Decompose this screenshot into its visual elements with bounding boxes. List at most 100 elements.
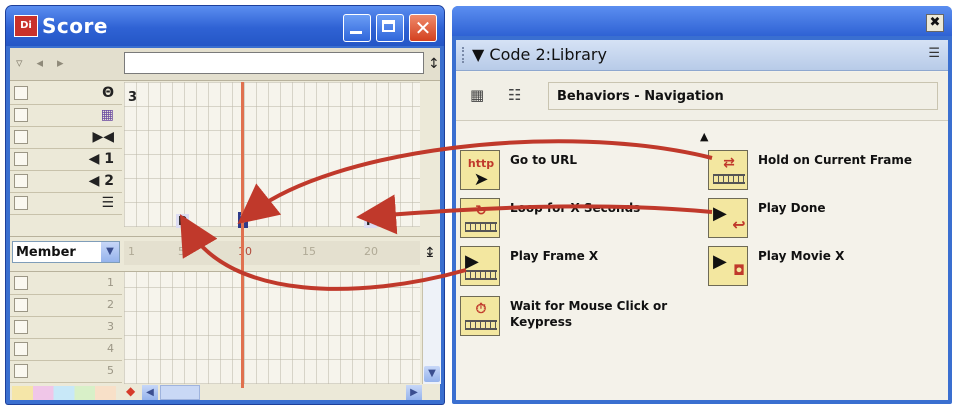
ruler-tick: 20 xyxy=(364,245,378,258)
http-icon: http ➤ xyxy=(460,150,500,190)
maximize-icon xyxy=(382,20,395,32)
play-frame-icon: ▶ xyxy=(460,246,500,286)
channel-number: 2 xyxy=(107,298,114,311)
library-window: ✖ ▼ Code 2:Library ☰ ▦ ☷ Behaviors - Nav… xyxy=(452,6,952,404)
palette-icon: ▦ xyxy=(100,107,114,123)
behavior-list: ▲ http ➤ Go to URL ↻ Loop for X Seconds ▶… xyxy=(456,122,948,400)
behavior-label: Loop for X Seconds xyxy=(510,201,641,215)
member-display-select[interactable]: Member ▼ xyxy=(12,241,120,263)
sprite-channel[interactable]: 5 xyxy=(10,360,122,383)
channel-palette[interactable]: ▦ xyxy=(10,104,122,127)
behavior-label: Play Done xyxy=(758,201,826,215)
sprite-channel[interactable]: 4 xyxy=(10,338,122,361)
channel-number: 3 xyxy=(107,320,114,333)
library-category-select[interactable]: Behaviors - Navigation xyxy=(548,82,938,110)
scroll-down-icon[interactable]: ▼ xyxy=(424,366,440,382)
channel-toggle[interactable] xyxy=(14,342,28,356)
close-icon: ✕ xyxy=(414,16,432,40)
behavior-item[interactable]: ⏱ Wait for Mouse Click or Keypress xyxy=(460,296,700,342)
scroll-right-icon[interactable]: ▶ xyxy=(406,385,422,400)
channel-toggle[interactable] xyxy=(14,174,28,188)
scroll-left-icon[interactable]: ◀ xyxy=(142,385,158,400)
channel-transition[interactable]: ▶◀ xyxy=(10,126,122,149)
channel-toggle[interactable] xyxy=(14,298,28,312)
channel-number: 1 xyxy=(107,276,114,289)
hold-icon: ⇄ xyxy=(708,150,748,190)
library-client: ▼ Code 2:Library ☰ ▦ ☷ Behaviors - Navig… xyxy=(456,40,948,400)
channel-toggle[interactable] xyxy=(14,276,28,290)
view-options-icon[interactable]: ☷ xyxy=(508,86,521,104)
behavior-item[interactable]: ▶ ↩ Play Done xyxy=(708,198,948,244)
library-toolbar: ▦ ☷ Behaviors - Navigation xyxy=(456,72,948,121)
sprite-channels: 1 2 3 4 5 xyxy=(10,272,122,384)
channel-toggle[interactable] xyxy=(14,196,28,210)
close-icon[interactable]: ✖ xyxy=(926,14,944,32)
sprite-channel[interactable]: 1 xyxy=(10,272,122,295)
behavior-item[interactable]: ↻ Loop for X Seconds xyxy=(460,198,700,244)
behavior-label: Hold on Current Frame xyxy=(758,153,913,167)
library-list-icon[interactable]: ▦ xyxy=(470,86,484,104)
ruler-tick: 15 xyxy=(302,245,316,258)
behavior-label: Play Movie X xyxy=(758,249,845,263)
sprite-grid[interactable] xyxy=(124,272,420,384)
horizontal-scroll-thumb[interactable] xyxy=(160,385,200,400)
resize-handle-icon[interactable]: ↕ xyxy=(428,56,440,72)
score-bottom-bar: ◆ ◀ ▶ xyxy=(10,384,440,400)
channel-toggle[interactable] xyxy=(14,130,28,144)
score-client: ▿◂▸ ↕ Θ ▦ ▶◀ ◀ 1 ◀ 2 ☰ 3 P 3 P Member ▼ … xyxy=(10,48,441,400)
play-movie-icon: ▶ ◘ xyxy=(708,246,748,286)
frame-ruler[interactable]: 1 5 10 15 20 xyxy=(124,241,420,265)
grip-icon[interactable] xyxy=(462,47,468,63)
behavior-item[interactable]: ⇄ Hold on Current Frame xyxy=(708,150,948,196)
tempo-cell-value: 3 xyxy=(128,90,138,105)
maximize-button[interactable] xyxy=(376,14,404,42)
channel-sound-2[interactable]: ◀ 2 xyxy=(10,170,122,193)
panel-menu-icon[interactable]: ☰ xyxy=(928,46,940,61)
member-row: Member ▼ 1 5 10 15 20 ↨ xyxy=(10,236,440,272)
sprite-channel[interactable]: 2 xyxy=(10,294,122,317)
tempo-icon: Θ xyxy=(102,85,114,101)
channel-script[interactable]: ☰ xyxy=(10,192,122,215)
channel-sound-1[interactable]: ◀ 1 xyxy=(10,148,122,171)
channel-toggle[interactable] xyxy=(14,86,28,100)
script-icon: ☰ xyxy=(101,195,114,211)
vertical-scrollbar[interactable]: ▼ xyxy=(422,272,441,384)
channel-number: 5 xyxy=(107,364,114,377)
sound1-icon: ◀ 1 xyxy=(88,151,114,167)
behavior-item[interactable]: http ➤ Go to URL xyxy=(460,150,700,196)
marker-nav-icons[interactable]: ▿◂▸ xyxy=(16,56,78,71)
ruler-tick: 5 xyxy=(178,245,185,258)
channel-toggle[interactable] xyxy=(14,152,28,166)
close-button[interactable]: ✕ xyxy=(409,14,437,42)
chevron-down-icon[interactable]: ▼ xyxy=(101,242,119,262)
score-title: Score xyxy=(42,14,108,38)
channel-toggle[interactable] xyxy=(14,364,28,378)
sprite-channel[interactable]: 3 xyxy=(10,316,122,339)
library-title: ▼ Code 2:Library xyxy=(472,45,607,64)
minimize-icon xyxy=(350,31,362,34)
loop-icon: ↻ xyxy=(460,198,500,238)
channel-toggle[interactable] xyxy=(14,320,28,334)
playhead[interactable] xyxy=(241,82,244,388)
script-marker[interactable]: P xyxy=(176,214,189,228)
behavior-label: Wait for Mouse Click or Keypress xyxy=(510,299,668,329)
library-title-text: Code 2:Library xyxy=(489,45,607,64)
library-header[interactable]: ▼ Code 2:Library ☰ xyxy=(456,40,948,71)
library-titlebar[interactable]: ✖ xyxy=(452,6,952,36)
behavior-item[interactable]: ▶ ◘ Play Movie X xyxy=(708,246,948,292)
color-swatches[interactable] xyxy=(12,386,116,400)
sound2-icon: ◀ 2 xyxy=(88,173,114,189)
behavior-item[interactable]: ▶ Play Frame X xyxy=(460,246,700,292)
channel-tempo[interactable]: Θ xyxy=(10,82,122,105)
ruler-handle-icon[interactable]: ↨ xyxy=(424,245,436,261)
ruler-tick: 1 xyxy=(128,245,135,258)
minimize-button[interactable] xyxy=(343,14,371,42)
channel-toggle[interactable] xyxy=(14,108,28,122)
score-titlebar[interactable]: Di Score ✕ xyxy=(6,6,444,46)
play-done-icon: ▶ ↩ xyxy=(708,198,748,238)
effects-grid[interactable] xyxy=(124,82,420,227)
playhead-marker-icon[interactable]: ◆ xyxy=(126,384,135,398)
script-marker[interactable]: P xyxy=(364,214,377,228)
scroll-up-icon[interactable]: ▲ xyxy=(700,130,708,143)
marker-label-field[interactable] xyxy=(124,52,424,74)
